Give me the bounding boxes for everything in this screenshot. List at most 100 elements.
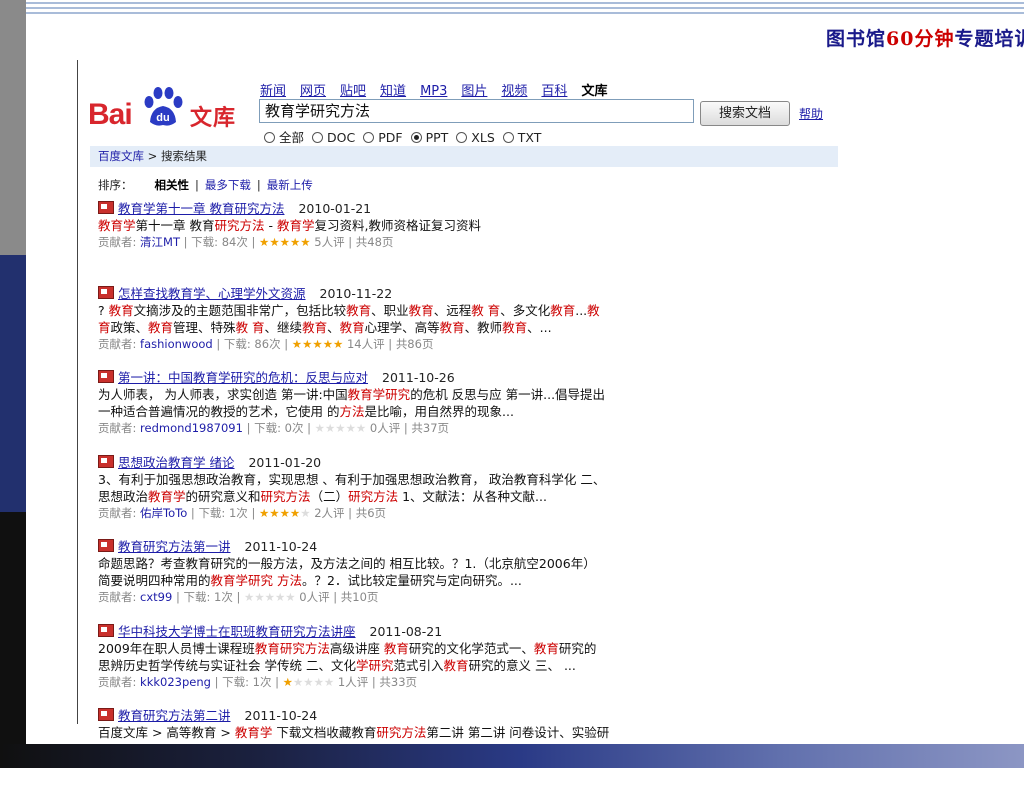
baidu-wenku-logo[interactable]: Bai du 文库 <box>88 86 253 131</box>
search-results-list: 教育学第十一章 教育研究方法 2010-01-21 教育学第十一章 教育研究方法 -… <box>98 201 718 793</box>
filter-option[interactable]: XLS <box>456 130 495 145</box>
result-title-line: 教育学第十一章 教育研究方法 2010-01-21 <box>98 201 718 217</box>
result-title-link[interactable]: 华中科技大学博士在职班教育研究方法讲座 <box>118 624 356 639</box>
text-segment: 政策、 <box>110 319 149 335</box>
nav-link[interactable]: 新闻 <box>260 84 286 99</box>
highlight-text: 教育学研究 <box>347 387 411 402</box>
help-link[interactable]: 帮助 <box>799 105 823 122</box>
rating-stars: ★★★★★ <box>315 421 367 435</box>
nav-link[interactable]: 图片 <box>461 84 487 99</box>
contributor-link[interactable]: kkk023peng <box>140 675 211 689</box>
result-date: 2010-01-21 <box>298 201 372 216</box>
nav-link[interactable]: 贴吧 <box>340 84 366 99</box>
result-title-line: 第一讲：中国教育学研究的危机：反思与应对 2011-10-26 <box>98 370 718 386</box>
ppt-file-icon <box>98 708 114 721</box>
page-count: 共33页 <box>379 674 418 689</box>
result-title-link[interactable]: 怎样查找教育学、心理学外文资源 <box>118 286 306 301</box>
text-segment: 高级讲座 <box>329 640 384 656</box>
text-segment: 的研究意义和 <box>185 488 261 504</box>
star-filled-icon: ★ <box>302 336 313 351</box>
search-input[interactable]: 教育学研究方法 <box>259 99 694 123</box>
highlight-text: 教育 <box>148 319 174 335</box>
highlight-text: 教育研究方法 <box>254 640 330 656</box>
highlight-text: 学研究 <box>355 657 394 673</box>
filetype-filters: 全部 DOC PDF PPT XLS TXT <box>264 127 549 146</box>
result-snippet: 3、有利于加强思想政治教育，实现思想 、有利于加强思想政治教育， 政治教育科学化… <box>98 471 718 488</box>
result-date: 2011-10-24 <box>244 708 318 723</box>
sort-newest[interactable]: 最新上传 <box>267 178 313 192</box>
result-meta: 贡献者: kkk023peng | 下载: 1次 | ★★★★★ 1人评 | 共… <box>98 674 718 691</box>
star-empty-icon: ★ <box>285 590 296 604</box>
rating-stars: ★★★★★ <box>292 337 344 351</box>
highlight-text: 教育 <box>502 319 528 335</box>
star-filled-icon: ★ <box>289 505 301 520</box>
sort-divider: | <box>256 178 261 192</box>
result-title-link[interactable]: 教育研究方法第二讲 <box>118 708 231 723</box>
contributor-link[interactable]: cxt99 <box>140 590 172 604</box>
result-title-link[interactable]: 思想政治教育学 绪论 <box>118 455 234 470</box>
contributor-link[interactable]: 清江MT <box>140 235 180 249</box>
nav-link[interactable]: 知道 <box>380 84 406 99</box>
top-nav: 新闻 网页 贴吧 知道 MP3 图片 视频 百科 文库 <box>260 80 621 99</box>
nav-link[interactable]: 视频 <box>501 84 527 99</box>
result-meta: 贡献者: 清江MT | 下载: 84次 | ★★★★★ 5人评 | 共48页 <box>98 234 718 251</box>
text-segment: 华中科技大学博士在职班教育研究方法讲座 <box>118 623 356 639</box>
result-date: 2010-11-22 <box>319 285 393 301</box>
star-filled-icon: ★ <box>322 336 334 351</box>
text-segment: 、多文化 <box>500 302 551 318</box>
radio-button[interactable] <box>264 132 275 143</box>
result-title-link[interactable]: 第一讲：中国教育学研究的危机：反思与应对 <box>118 370 368 385</box>
result-title-line: 教育研究方法第二讲 2011-10-24 <box>98 708 718 724</box>
result-title-link[interactable]: 教育学第十一章 教育研究方法 <box>118 201 284 216</box>
meta-sep: | <box>400 421 412 435</box>
result-title-link[interactable]: 教育研究方法第一讲 <box>118 539 231 554</box>
filter-option[interactable]: TXT <box>502 130 541 145</box>
highlight-text: 教 <box>587 302 600 318</box>
meta-sep: | <box>271 674 283 689</box>
sort-relevance[interactable]: 相关性 <box>155 178 190 192</box>
search-documents-button[interactable]: 搜索文档 <box>700 101 790 126</box>
text-segment: 第十一章 教育 <box>135 218 215 233</box>
radio-button[interactable] <box>410 132 422 143</box>
contributor-link[interactable]: redmond1987091 <box>140 421 243 435</box>
text-segment: ? <box>98 302 109 318</box>
contributor-link[interactable]: fashionwood <box>140 337 213 351</box>
download-count: 下载: 1次 <box>198 505 248 520</box>
search-result: 教育研究方法第一讲 2011-10-24 命题思路？考查教育研究的一般方法，及方法之… <box>98 539 718 624</box>
nav-link[interactable]: 网页 <box>300 84 326 99</box>
search-result: 华中科技大学博士在职班教育研究方法讲座 2011-08-21 2009年在职人员博士… <box>98 623 718 709</box>
star-empty-icon: ★ <box>292 674 304 689</box>
text-segment: 研究的文化学范式一、 <box>408 640 534 656</box>
search-result: 教育学第十一章 教育研究方法 2010-01-21 教育学第十一章 教育研究方法 -… <box>98 201 718 286</box>
highlight-text: 研究方法 <box>376 725 427 740</box>
result-title-line: 华中科技大学博士在职班教育研究方法讲座 2011-08-21 <box>98 623 718 640</box>
breadcrumb-separator: > <box>144 149 161 163</box>
text-segment: （二） <box>310 488 349 504</box>
meta-sep: | <box>384 336 396 351</box>
filter-option[interactable]: DOC <box>312 130 355 145</box>
text-segment: 思辨历史哲学传统与实证社会 学传统 二、文化 <box>98 657 356 673</box>
highlight-text: 教育学 <box>148 488 186 504</box>
filter-option[interactable]: PDF <box>363 130 403 145</box>
slide-top-lines <box>26 0 1024 18</box>
nav-link[interactable]: MP3 <box>420 84 447 99</box>
radio-button[interactable] <box>363 132 375 143</box>
text-segment: 文摘涉及的主题范围非常广，包括比较 <box>133 302 347 318</box>
filter-label: DOC <box>327 130 356 145</box>
filter-option[interactable]: 全部 <box>264 130 304 145</box>
contributor-label: 贡献者: <box>98 674 141 689</box>
radio-button[interactable] <box>502 132 514 143</box>
breadcrumb-root-link[interactable]: 百度文库 <box>98 149 144 163</box>
text-segment: 、教师 <box>464 319 503 335</box>
radio-button[interactable] <box>312 132 324 143</box>
radio-button[interactable] <box>456 132 468 143</box>
text-segment: 思想政治 <box>98 488 149 504</box>
slide-left-bar <box>0 0 26 768</box>
text-segment: 百度文库 > 高等教育 > <box>98 725 235 740</box>
nav-link[interactable]: 百科 <box>541 84 567 99</box>
filter-option[interactable]: PPT <box>410 130 448 145</box>
sort-most-downloads[interactable]: 最多下载 <box>205 178 251 192</box>
contributor-link[interactable]: 佑岸ToTo <box>140 506 187 520</box>
star-filled-icon: ★ <box>289 235 301 249</box>
text-segment: 3、有利于加强思想政治教育，实现思想 、有利于加强思想政治教育， 政治教育科学化… <box>98 471 606 487</box>
